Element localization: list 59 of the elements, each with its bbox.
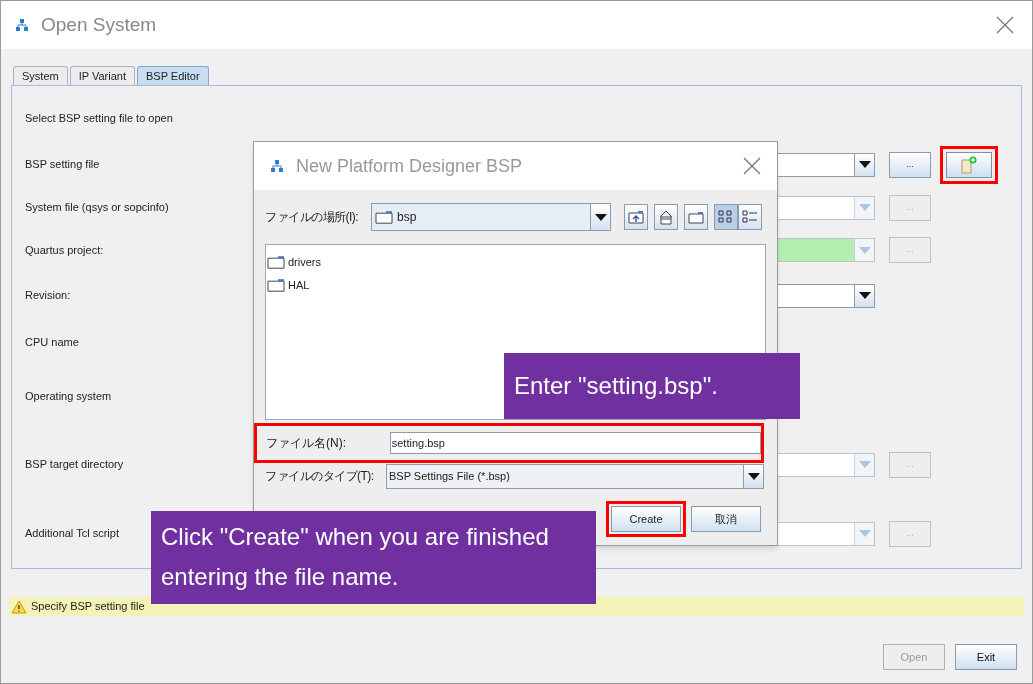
file-name-field[interactable]: setting.bsp bbox=[389, 432, 761, 454]
field-label: Quartus project: bbox=[25, 242, 104, 258]
caret-icon bbox=[858, 292, 871, 299]
toolbar-button[interactable] bbox=[714, 204, 738, 230]
file-name: HAL bbox=[288, 278, 310, 294]
home-icon bbox=[658, 209, 674, 225]
file-type-label: ファイルのタイプ(T): bbox=[265, 468, 375, 485]
browse-button[interactable]: ... bbox=[889, 151, 931, 178]
file-name: drivers bbox=[288, 255, 321, 271]
tab[interactable]: BSP Editor bbox=[137, 66, 209, 85]
look-in-value: bsp bbox=[397, 209, 417, 226]
close-icon[interactable] bbox=[743, 157, 761, 175]
callout: Enter "setting.bsp". bbox=[504, 353, 800, 419]
dialog-button[interactable]: 取消 bbox=[691, 506, 761, 532]
field-label: Operating system bbox=[25, 389, 112, 405]
folder-icon bbox=[375, 209, 393, 225]
folder-icon bbox=[688, 210, 704, 224]
dialog-button[interactable]: Create bbox=[611, 506, 681, 532]
tab[interactable]: IP Variant bbox=[69, 66, 135, 85]
instruction-text: Select BSP setting file to open bbox=[25, 110, 173, 126]
callout: Click "Create" when you are finished entering the file name. bbox=[151, 511, 596, 604]
caret-icon bbox=[858, 461, 871, 468]
field-label: BSP target directory bbox=[25, 457, 124, 473]
network-icon bbox=[270, 159, 284, 173]
tab[interactable]: System bbox=[13, 66, 68, 85]
toolbar-button[interactable] bbox=[684, 204, 708, 230]
warning-icon bbox=[11, 599, 27, 614]
status-text: Specify BSP setting file bbox=[31, 599, 145, 615]
caret-icon bbox=[858, 161, 871, 168]
caret-icon bbox=[858, 530, 871, 537]
caret-icon bbox=[747, 472, 760, 480]
toolbar-button[interactable] bbox=[738, 204, 762, 230]
new-file-icon bbox=[961, 155, 977, 174]
new-file-button[interactable] bbox=[946, 151, 992, 178]
file-type-dropdown[interactable]: BSP Settings File (*.bsp) bbox=[386, 463, 764, 489]
file-name-label: ファイル名(N): bbox=[266, 435, 347, 452]
dialog-title: New Platform Designer BSP bbox=[296, 154, 523, 178]
caret-icon bbox=[858, 204, 871, 211]
close-icon[interactable] bbox=[996, 16, 1014, 34]
dialog-button[interactable]: Exit bbox=[955, 644, 1017, 670]
field-label: Revision: bbox=[25, 288, 71, 304]
folder-up-icon bbox=[628, 210, 644, 224]
field-label: Additional Tcl script bbox=[25, 526, 119, 542]
field-label: System file (qsys or sopcinfo) bbox=[25, 200, 169, 216]
list-view-icon bbox=[718, 210, 734, 224]
toolbar-button[interactable] bbox=[654, 204, 678, 230]
field-label: CPU name bbox=[25, 335, 79, 351]
field-label: BSP setting file bbox=[25, 157, 100, 173]
look-in-dropdown[interactable]: bsp bbox=[371, 203, 611, 231]
caret-icon bbox=[858, 246, 871, 254]
look-in-label: ファイルの場所(I): bbox=[265, 209, 360, 226]
toolbar-button[interactable] bbox=[624, 204, 648, 230]
file-list-item[interactable]: drivers bbox=[267, 251, 765, 274]
window-title: Open System bbox=[41, 12, 157, 37]
file-list-item[interactable]: HAL bbox=[267, 274, 765, 297]
network-icon bbox=[15, 18, 29, 32]
file-type-value: BSP Settings File (*.bsp) bbox=[388, 468, 511, 484]
caret-icon bbox=[594, 213, 607, 221]
details-view-icon bbox=[742, 210, 758, 224]
